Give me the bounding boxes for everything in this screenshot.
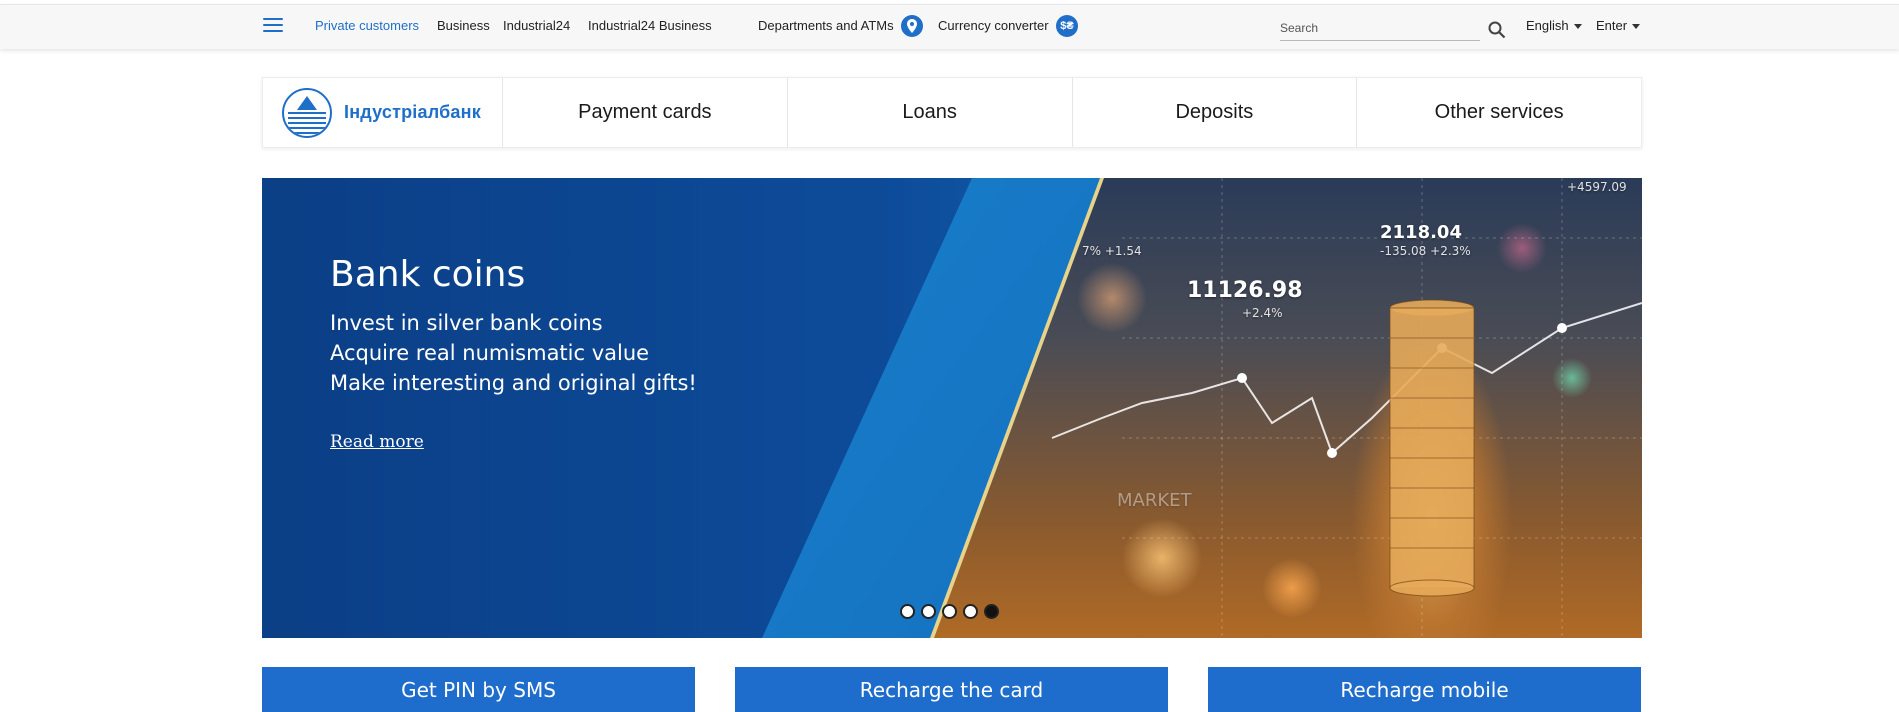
hero-value-main-change: +2.4%: [1242, 306, 1283, 320]
hero-value-small-left: 7% +1.54: [1082, 244, 1142, 258]
hero-read-more-link[interactable]: Read more: [330, 432, 424, 452]
hero-value-mid-change: -135.08 +2.3%: [1380, 244, 1471, 258]
hero-banner: 11126.98 +2.4% 2118.04 -135.08 +2.3% +45…: [262, 178, 1642, 638]
carousel-dot-2[interactable]: [921, 604, 936, 619]
bank-emblem-icon: [282, 87, 332, 138]
hero-line: Acquire real numismatic value: [330, 341, 650, 365]
hero-market-text: MARKET: [1117, 490, 1192, 511]
hero-value-main: 11126.98: [1187, 278, 1303, 303]
segment-private-customers[interactable]: Private customers: [315, 18, 419, 33]
chevron-down-icon: [1632, 24, 1641, 30]
currency-converter-link[interactable]: Currency converter: [938, 18, 1049, 33]
nav-loans[interactable]: Loans: [788, 78, 1073, 147]
search-icon[interactable]: [1488, 21, 1506, 39]
nav-deposits[interactable]: Deposits: [1073, 78, 1358, 147]
segment-business[interactable]: Business: [437, 18, 490, 33]
currency-exchange-icon[interactable]: $₴: [1056, 15, 1078, 37]
hamburger-menu-icon[interactable]: [263, 18, 283, 34]
recharge-card-button[interactable]: Recharge the card: [735, 667, 1168, 712]
segment-industrial24[interactable]: Industrial24: [503, 18, 570, 33]
recharge-mobile-button[interactable]: Recharge mobile: [1208, 667, 1641, 712]
segment-industrial24-business[interactable]: Industrial24 Business: [588, 18, 712, 33]
departments-atms-link[interactable]: Departments and ATMs: [758, 18, 894, 33]
hero-value-mid: 2118.04: [1380, 222, 1462, 243]
chevron-down-icon: [1573, 24, 1582, 30]
carousel-dot-1[interactable]: [900, 604, 915, 619]
top-bar: Private customers Business Industrial24 …: [0, 4, 1899, 49]
main-navigation: Індустріалбанк Payment cards Loans Depos…: [262, 77, 1642, 148]
search-field[interactable]: [1280, 17, 1480, 41]
search-input[interactable]: [1280, 17, 1480, 39]
hero-description: Invest in silver bank coins Acquire real…: [330, 308, 697, 398]
carousel-dots: [900, 604, 999, 619]
location-pin-icon[interactable]: [901, 15, 923, 37]
nav-other-services[interactable]: Other services: [1357, 78, 1641, 147]
get-pin-sms-button[interactable]: Get PIN by SMS: [262, 667, 695, 712]
hero-line: Invest in silver bank coins: [330, 311, 603, 335]
nav-payment-cards[interactable]: Payment cards: [503, 78, 788, 147]
carousel-dot-5[interactable]: [984, 604, 999, 619]
login-dropdown[interactable]: Enter: [1596, 18, 1641, 33]
hero-value-top-right: +4597.09: [1567, 180, 1627, 194]
hero-line: Make interesting and original gifts!: [330, 371, 697, 395]
language-label: English: [1526, 18, 1569, 33]
carousel-dot-3[interactable]: [942, 604, 957, 619]
hero-title: Bank coins: [330, 254, 526, 295]
carousel-dot-4[interactable]: [963, 604, 978, 619]
login-label: Enter: [1596, 18, 1628, 33]
language-dropdown[interactable]: English: [1526, 18, 1582, 33]
bank-logo[interactable]: Індустріалбанк: [263, 78, 503, 147]
bank-name: Індустріалбанк: [344, 102, 481, 122]
